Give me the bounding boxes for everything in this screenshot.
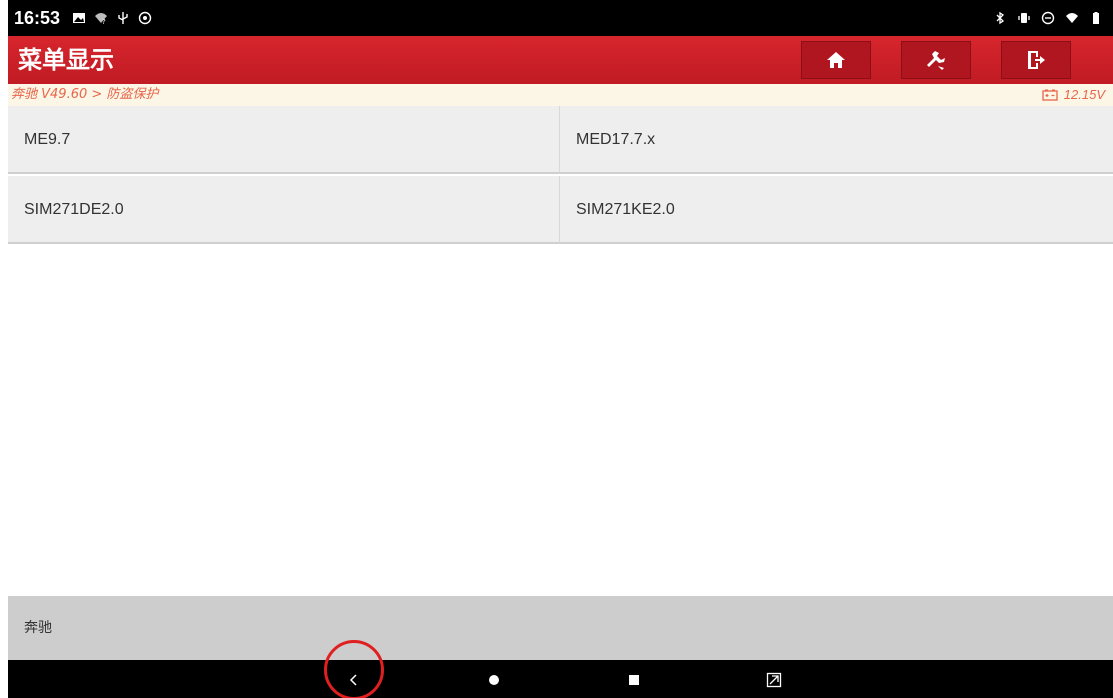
status-left-icons: ? <box>72 8 152 28</box>
menu-item-sim271ke20[interactable]: SIM271KE2.0 <box>560 176 1113 244</box>
menu-item-sim271de20[interactable]: SIM271DE2.0 <box>8 176 560 244</box>
highlight-circle <box>324 640 384 698</box>
dnd-icon <box>1041 11 1055 25</box>
exit-icon <box>1028 51 1045 69</box>
status-bar: 16:53 ? <box>8 0 1113 36</box>
app-header: 菜单显示 <box>8 36 1113 84</box>
image-icon <box>73 13 85 23</box>
home-icon <box>827 52 845 68</box>
svg-text:?: ? <box>102 18 106 25</box>
home-button[interactable] <box>801 41 871 79</box>
breadcrumb: 奔驰 V49.60 > 防盗保护 <box>11 87 159 102</box>
bluetooth-icon <box>996 11 1005 25</box>
home-nav-button[interactable] <box>482 668 506 692</box>
breadcrumb-bar: 奔驰 V49.60 > 防盗保护 12.15V <box>8 84 1113 106</box>
wifi-icon <box>1066 13 1078 23</box>
screenshot-icon <box>766 672 782 688</box>
page-title: 菜单显示 <box>18 46 114 74</box>
menu-item-label: SIM271KE2.0 <box>576 201 675 218</box>
voltage-value: 12.15V <box>1063 87 1105 102</box>
exit-button[interactable] <box>1001 41 1071 79</box>
app-frame: 16:53 ? 菜单显示 奔驰 V49.60 > 防盗保护 12.15V ME9… <box>8 0 1113 698</box>
menu-item-med177x[interactable]: MED17.7.x <box>560 106 1113 174</box>
diagnose-button[interactable] <box>901 41 971 79</box>
nav-bar <box>8 660 1113 698</box>
battery-icon <box>1093 12 1099 24</box>
screenshot-button[interactable] <box>762 668 786 692</box>
diagnose-icon <box>927 51 945 70</box>
recents-icon <box>629 675 639 685</box>
menu-item-me97[interactable]: ME9.7 <box>8 106 560 174</box>
battery-voltage-icon <box>1042 89 1058 101</box>
voltage-indicator: 12.15V <box>1042 86 1105 104</box>
recents-button[interactable] <box>622 668 646 692</box>
menu-item-label: SIM271DE2.0 <box>24 201 124 218</box>
status-time: 16:53 <box>14 8 61 28</box>
menu-item-label: ME9.7 <box>24 131 71 148</box>
vibrate-icon <box>1018 13 1030 23</box>
footer-vehicle-label: 奔驰 <box>24 620 52 636</box>
usb-icon <box>118 12 128 24</box>
wifi-question-icon: ? <box>95 13 107 25</box>
menu-item-label: MED17.7.x <box>576 131 656 148</box>
footer-bar: 奔驰 <box>8 596 1113 660</box>
home-dot-icon <box>489 675 499 685</box>
settings-circle-icon <box>138 11 152 25</box>
status-right-icons <box>993 8 1103 28</box>
